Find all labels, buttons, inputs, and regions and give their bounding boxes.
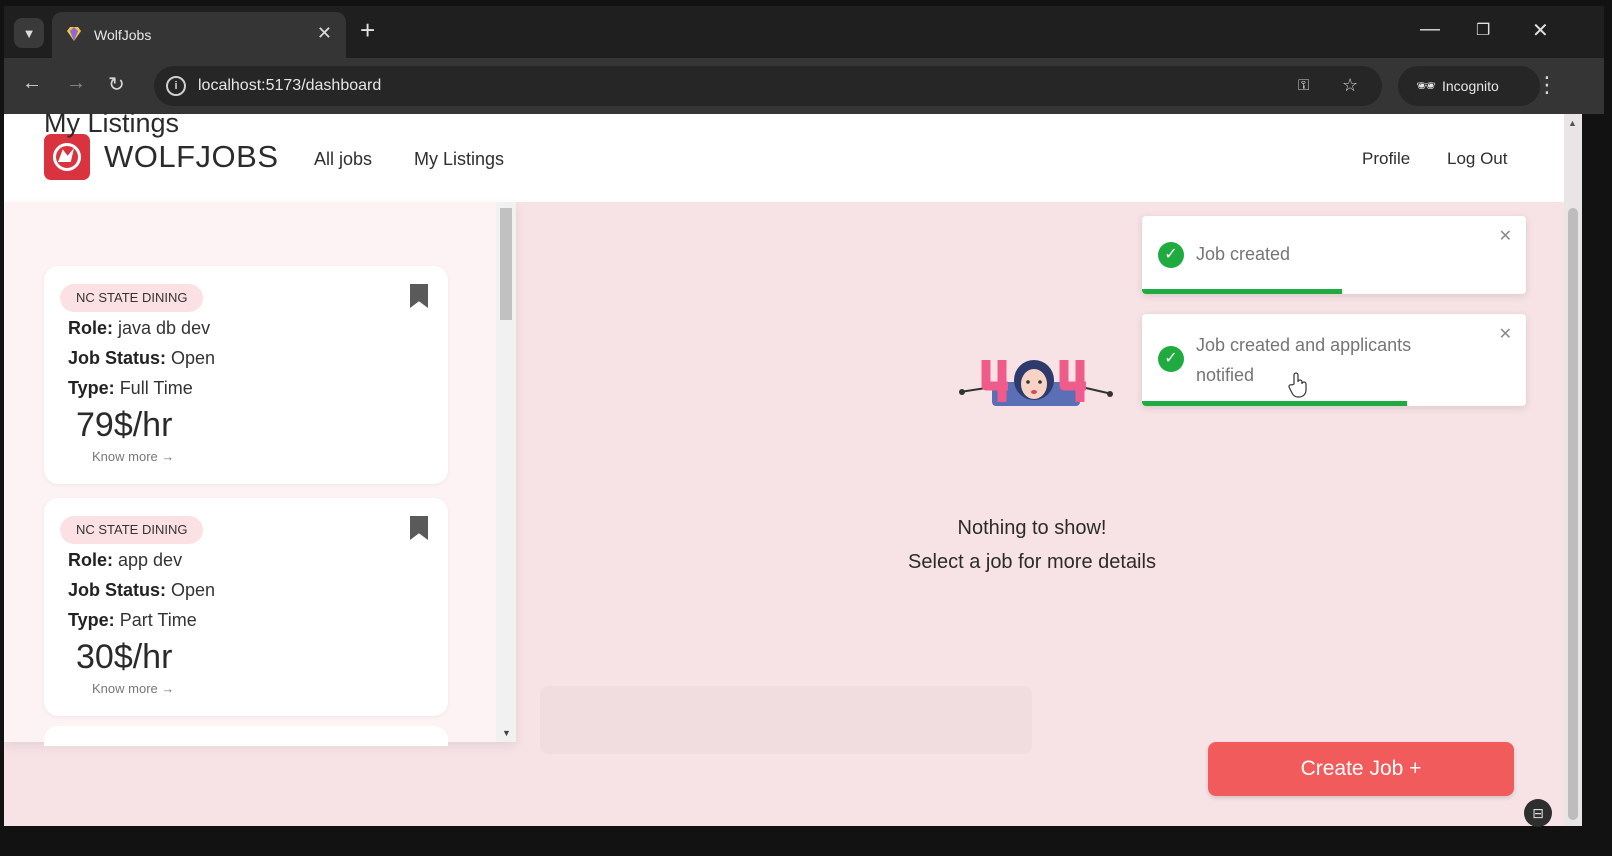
password-key-icon[interactable]: ⚿	[1298, 77, 1309, 94]
nav-logout[interactable]: Log Out	[1447, 149, 1508, 169]
nav-my-listings[interactable]: My Listings	[414, 149, 504, 170]
create-job-button[interactable]: Create Job +	[1208, 742, 1514, 796]
nav-profile[interactable]: Profile	[1362, 149, 1410, 169]
toast-close-icon[interactable]: ✕	[1499, 324, 1512, 344]
job-pay: 79$/hr	[76, 406, 173, 444]
empty-state-subtitle: Select a job for more details	[908, 551, 1156, 573]
forward-icon[interactable]: →	[66, 72, 86, 95]
company-chip: NC STATE DINING	[60, 284, 204, 312]
toast-message: Job created	[1196, 244, 1291, 264]
bookmark-icon[interactable]	[410, 284, 428, 308]
job-role: Role: java db dev	[68, 318, 211, 338]
browser-tabstrip: ▼ WolfJobs ✕ + — ❐ ✕	[4, 6, 1604, 58]
tab-search-icon[interactable]: ▼	[14, 18, 44, 48]
tab-close-icon[interactable]: ✕	[317, 23, 332, 44]
toast-notification: ✓ Job created and applicants notified ✕	[1142, 314, 1526, 406]
job-card-partial[interactable]	[44, 726, 448, 746]
restore-icon[interactable]: ❐	[1476, 20, 1490, 40]
site-info-icon[interactable]: i	[166, 76, 186, 96]
listings-scroll-thumb[interactable]	[500, 208, 512, 320]
scroll-up-arrow-icon[interactable]: ▲	[1568, 118, 1577, 128]
menu-icon[interactable]: ⋮	[1536, 72, 1558, 98]
job-pay: 30$/hr	[76, 638, 173, 676]
scroll-down-arrow-icon[interactable]: ▼	[502, 728, 511, 738]
toast-progress-bar	[1142, 401, 1407, 406]
not-found-illustration-icon	[959, 360, 1113, 406]
success-check-icon: ✓	[1158, 346, 1184, 372]
toast-progress-bar	[1142, 289, 1342, 294]
know-more-link[interactable]: Know more →	[92, 449, 174, 464]
job-type: Type: Part Time	[68, 610, 197, 630]
job-status: Job Status: Open	[68, 580, 216, 600]
screen: ▼ WolfJobs ✕ + — ❐ ✕ ← → ↻ i localhost:5…	[0, 0, 1612, 856]
favicon-icon	[67, 27, 81, 41]
minimize-icon[interactable]: —	[1420, 18, 1440, 41]
toast-close-icon[interactable]: ✕	[1499, 226, 1512, 246]
listings-title: My Listings	[44, 108, 180, 138]
browser-toolbar: ← → ↻ i localhost:5173/dashboard ⚿ ☆ 🕶 I…	[4, 58, 1604, 114]
job-card[interactable]: NC STATE DINING Role: java db dev Job St…	[44, 266, 448, 484]
wolfjobs-logo-icon[interactable]	[44, 134, 90, 180]
back-icon[interactable]: ←	[22, 72, 42, 95]
caption-settings-icon[interactable]: ⊟	[1524, 799, 1552, 827]
app-header: WOLFJOBS All jobs My Listings Profile Lo…	[4, 114, 1564, 202]
empty-state-title: Nothing to show!	[957, 517, 1107, 539]
nav-all-jobs[interactable]: All jobs	[314, 149, 372, 170]
bottom-frame-bar	[0, 826, 1612, 856]
new-tab-button[interactable]: +	[360, 17, 375, 43]
know-more-link[interactable]: Know more →	[92, 681, 174, 696]
hand-cursor-icon	[1288, 372, 1307, 398]
tab-title: WolfJobs	[94, 27, 152, 43]
star-icon[interactable]: ☆	[1342, 75, 1358, 96]
job-type: Type: Full Time	[68, 378, 193, 398]
incognito-icon: 🕶	[1416, 78, 1437, 95]
url-text[interactable]: localhost:5173/dashboard	[198, 77, 381, 95]
listings-scrollbar[interactable]: ▼	[496, 202, 516, 742]
success-check-icon: ✓	[1158, 242, 1184, 268]
window-close-icon[interactable]: ✕	[1532, 18, 1549, 43]
address-bar[interactable]: i localhost:5173/dashboard ⚿ ☆	[154, 66, 1382, 106]
reload-icon[interactable]: ↻	[108, 72, 125, 97]
job-status: Job Status: Open	[68, 348, 216, 368]
video-controls-overlay	[540, 686, 1032, 754]
page-scroll-thumb[interactable]	[1568, 208, 1578, 820]
brand-name[interactable]: WOLFJOBS	[104, 139, 279, 175]
page-scrollbar[interactable]: ▲	[1564, 114, 1582, 826]
toast-notification: ✓ Job created ✕	[1142, 216, 1526, 294]
browser-tab[interactable]: WolfJobs ✕	[52, 12, 346, 58]
incognito-badge[interactable]: 🕶 Incognito	[1398, 66, 1540, 106]
incognito-label: Incognito	[1442, 78, 1499, 94]
